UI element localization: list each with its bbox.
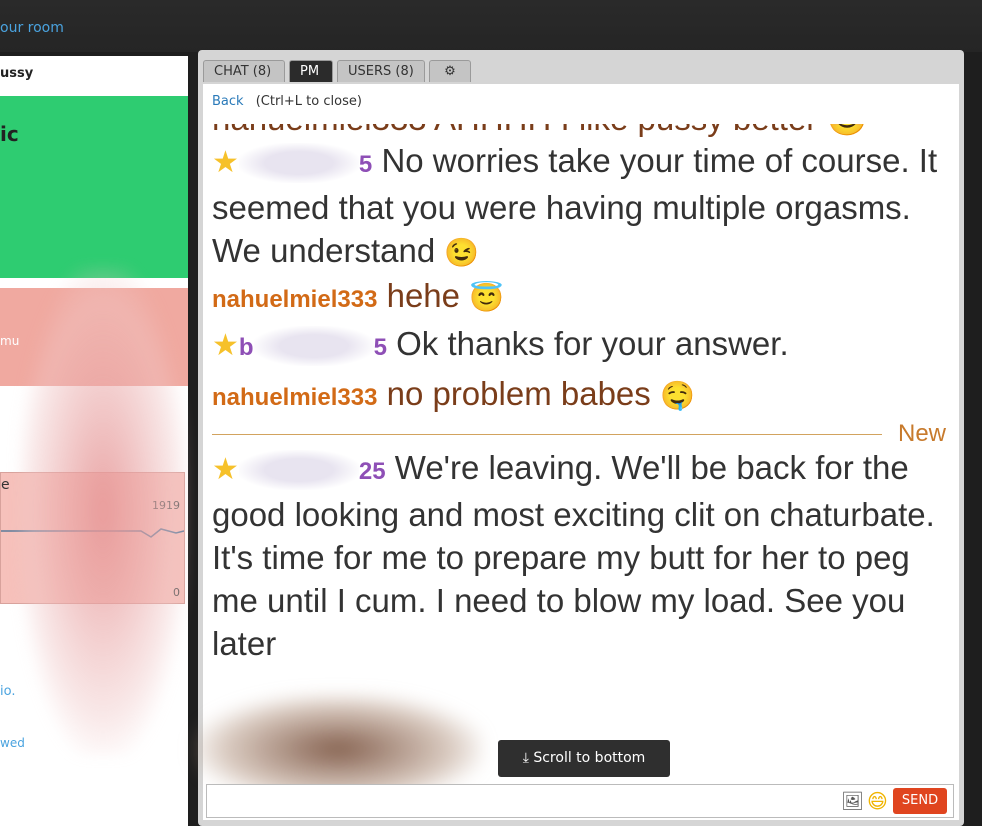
- message-item: ★ 25 We're leaving. We'll be back for the…: [212, 446, 947, 665]
- top-bar: our room: [0, 0, 982, 52]
- scroll-to-bottom-label: Scroll to bottom: [533, 750, 646, 766]
- room-link[interactable]: our room: [0, 20, 64, 36]
- send-button[interactable]: SEND: [893, 788, 947, 814]
- star-icon: ★: [212, 453, 239, 486]
- message-item: nahuelmiel333 hehe 😇: [212, 274, 947, 321]
- download-arrow-icon: ⤓: [522, 750, 529, 766]
- angel-emoji-icon: 😇: [469, 282, 505, 313]
- username-suffix[interactable]: 25: [359, 458, 386, 485]
- bio-link[interactable]: io.: [0, 684, 15, 699]
- graph-label: e: [1, 477, 10, 493]
- tab-settings[interactable]: ⚙: [429, 60, 471, 82]
- emoji-picker-icon[interactable]: 😄: [867, 789, 888, 813]
- censored-username: [238, 450, 359, 491]
- chat-panel: CHAT (8) PM USERS (8) ⚙ Back (Ctrl+L to …: [193, 50, 964, 826]
- new-messages-divider: [212, 434, 882, 435]
- message-item: ★b 5 Ok thanks for your answer.: [212, 322, 947, 369]
- message-text: no problem babes: [386, 375, 651, 412]
- drool-emoji-icon: 🤤: [659, 380, 695, 411]
- username-prefix[interactable]: b: [239, 334, 254, 361]
- pm-window: Back (Ctrl+L to close) nahuelmiel333 AHH…: [193, 84, 959, 820]
- new-messages-label: New: [898, 420, 947, 447]
- scroll-to-bottom-button[interactable]: ⤓ Scroll to bottom: [498, 740, 670, 777]
- message-list[interactable]: nahuelmiel333 AHHHH I like pussy better …: [203, 124, 959, 724]
- star-icon: ★: [212, 146, 239, 179]
- message-input-row: 🖼 😄 SEND: [206, 784, 954, 818]
- username[interactable]: nahuelmiel333: [212, 286, 377, 313]
- room-subject: ussy: [0, 66, 34, 81]
- status-panel: ic: [0, 96, 188, 278]
- message-text: Ok thanks for your answer.: [396, 325, 789, 362]
- message-text: hehe: [386, 277, 461, 314]
- message-item: ★ 5 No worries take your time of course. …: [212, 139, 947, 274]
- status-text: ic: [0, 122, 19, 146]
- censored-username: [238, 143, 359, 184]
- goal-text: mu: [0, 334, 20, 348]
- blurred-image: [18, 266, 188, 756]
- tab-users[interactable]: USERS (8): [337, 60, 425, 82]
- gear-icon: ⚙: [444, 64, 456, 79]
- censored-username: [253, 326, 374, 367]
- username[interactable]: nahuelmiel333: [212, 384, 377, 411]
- wink-emoji-icon: 😉: [444, 237, 480, 268]
- close-hint: (Ctrl+L to close): [255, 94, 362, 109]
- username-suffix[interactable]: 5: [374, 334, 387, 361]
- message-input[interactable]: [211, 788, 835, 816]
- message-item: nahuelmiel333 no problem babes 🤤: [212, 372, 947, 419]
- pm-header: Back (Ctrl+L to close): [212, 94, 362, 109]
- star-icon: ★: [212, 329, 239, 362]
- username-suffix[interactable]: 5: [359, 151, 372, 178]
- back-link[interactable]: Back: [212, 94, 244, 109]
- truncated-message: nahuelmiel333 AHHHH I like pussy better …: [212, 124, 868, 139]
- tab-pm[interactable]: PM: [289, 60, 333, 82]
- image-upload-icon[interactable]: 🖼: [841, 791, 864, 812]
- left-panel: ussy ic mu e 1919 0 io. wed: [0, 56, 188, 826]
- tab-chat[interactable]: CHAT (8): [203, 60, 285, 82]
